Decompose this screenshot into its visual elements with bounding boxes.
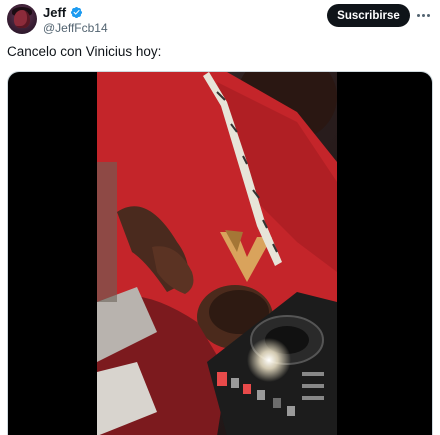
subscribe-button[interactable]: Suscribirse [327,4,410,27]
video-player[interactable] [7,71,433,435]
tweet-card: Jeff @JeffFcb14 Suscribirse Cancelo con … [0,0,440,435]
author-handle[interactable]: @JeffFcb14 [43,21,108,35]
video-frame[interactable] [97,72,337,435]
more-options-icon[interactable] [414,7,432,23]
author-name-row: Jeff [43,5,83,20]
tweet-text: Cancelo con Vinicius hoy: [7,44,162,59]
verified-badge-icon [70,6,83,19]
author-display-name[interactable]: Jeff [43,5,66,20]
avatar[interactable] [7,4,37,34]
